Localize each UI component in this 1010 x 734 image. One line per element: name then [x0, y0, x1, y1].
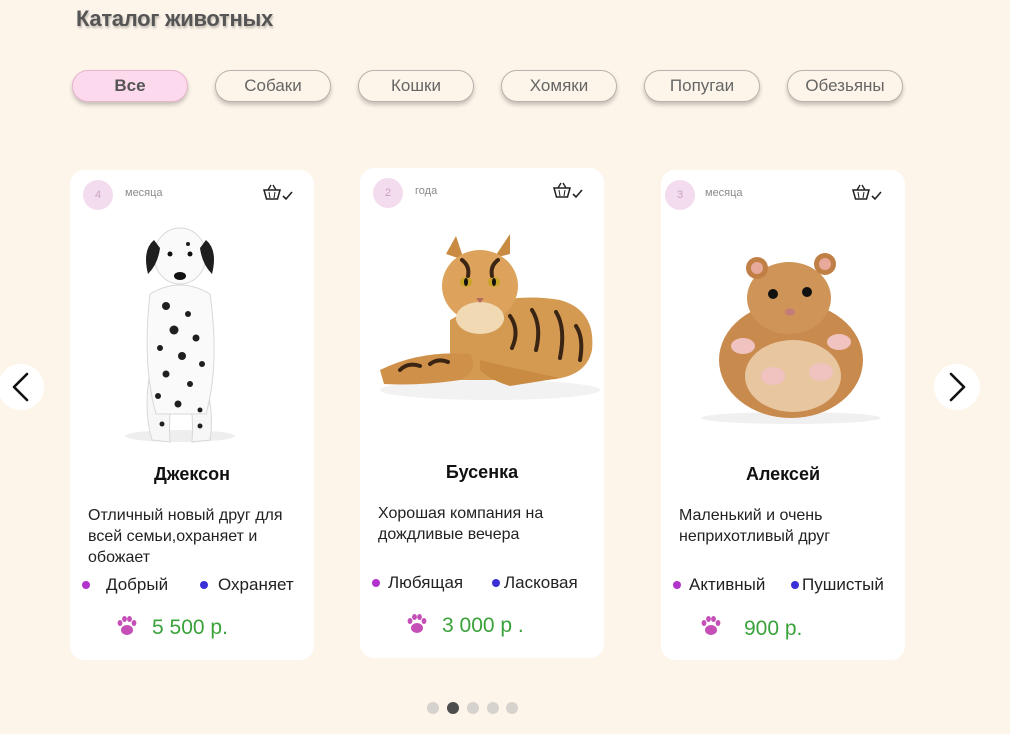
pet-price: 900 р. [744, 617, 803, 640]
age-badge: 4 [83, 180, 113, 210]
basket-check-icon[interactable] [262, 184, 294, 204]
pet-card[interactable]: 2 года Бусенка Хорошая компания на дождл… [360, 168, 604, 658]
pet-description: Отличный новый друг для всей семьи,охран… [88, 507, 283, 566]
trait-dot [82, 581, 90, 589]
trait-label: Пушистый [802, 575, 884, 594]
age-badge: 2 [373, 178, 403, 208]
filter-dogs[interactable]: Собаки [215, 70, 331, 102]
basket-check-icon[interactable] [552, 182, 584, 202]
bengal-cat-image [380, 234, 600, 400]
pet-price: 3 000 р . [442, 614, 524, 637]
dalmatian-dog-image [125, 227, 235, 443]
age-unit: месяца [125, 187, 163, 199]
page-dot-4[interactable] [487, 702, 499, 714]
price-row: 3 000 р . [360, 612, 604, 642]
trait-dot [372, 579, 380, 587]
trait-label: Ласковая [504, 573, 578, 592]
trait-dot [673, 581, 681, 589]
paw-icon [407, 614, 427, 633]
trait-dot [200, 581, 208, 589]
carousel-pagination [425, 702, 525, 716]
category-filters: Все Собаки Кошки Хомяки Попугаи Обезьяны [72, 70, 912, 104]
trait-label: Активный [689, 575, 766, 594]
trait-1: Добрый [82, 575, 168, 595]
filter-all[interactable]: Все [72, 70, 188, 102]
filter-monkeys[interactable]: Обезьяны [787, 70, 903, 102]
pet-name: Бусенка [445, 462, 519, 482]
pet-description: Маленький и очень неприхотливый друг [679, 507, 831, 545]
pet-price: 5 500 р. [152, 616, 228, 639]
pet-name: Джексон [153, 464, 230, 484]
age-unit: года [415, 185, 438, 197]
arrow-left-icon [12, 372, 29, 402]
trait-label: Охраняет [218, 575, 294, 594]
pet-card[interactable]: 3 месяца Алексей Маленький и очень непри… [661, 170, 905, 660]
trait-2: Пушистый [791, 575, 884, 595]
filter-parrots[interactable]: Попугаи [644, 70, 760, 102]
age-badge: 3 [665, 180, 695, 210]
paw-icon [117, 616, 137, 635]
trait-1: Любящая [372, 573, 463, 593]
pet-description: Хорошая компания на дождливые вечера [378, 505, 544, 543]
trait-label: Любящая [388, 573, 464, 592]
basket-check-icon[interactable] [851, 184, 883, 204]
filter-cats[interactable]: Кошки [358, 70, 474, 102]
trait-1: Активный [673, 575, 765, 595]
trait-dot [492, 579, 500, 587]
trait-dot [791, 581, 799, 589]
price-row: 5 500 р. [70, 614, 314, 644]
carousel-prev-button[interactable] [0, 364, 44, 410]
filter-hamsters[interactable]: Хомяки [501, 70, 617, 102]
page-dot-3[interactable] [467, 702, 479, 714]
arrow-right-icon [949, 372, 966, 402]
page-dot-1[interactable] [427, 702, 439, 714]
pet-card[interactable]: 4 месяца Джексон Отличный новый друг для… [70, 170, 314, 660]
paw-icon [701, 616, 721, 635]
pet-name: Алексей [745, 464, 821, 484]
hamster-image [701, 253, 881, 424]
page-title: Каталог животных [76, 6, 273, 31]
trait-2: Ласковая [492, 573, 578, 593]
trait-label: Добрый [106, 575, 169, 594]
page-dot-2[interactable] [447, 702, 459, 714]
page-dot-5[interactable] [506, 702, 518, 714]
price-row: 900 р. [661, 614, 905, 644]
trait-2: Охраняет [200, 575, 294, 595]
age-unit: месяца [705, 187, 743, 199]
carousel-next-button[interactable] [934, 364, 980, 410]
